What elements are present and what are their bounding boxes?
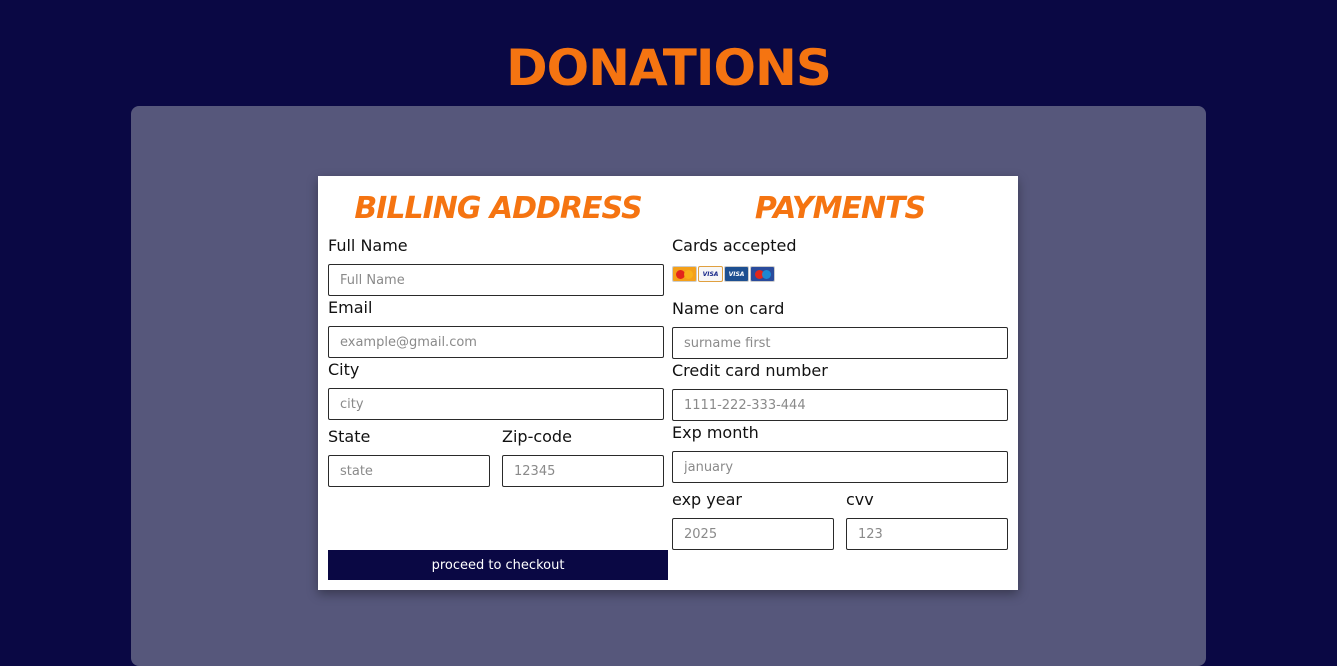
- name-on-card-label: Name on card: [672, 299, 785, 318]
- city-input[interactable]: [328, 388, 664, 420]
- name-on-card-input[interactable]: [672, 327, 1008, 359]
- payments-title: PAYMENTS: [754, 191, 926, 226]
- accepted-cards: VISA VISA: [672, 266, 775, 282]
- credit-card-number-label: Credit card number: [672, 361, 828, 380]
- full-name-label: Full Name: [328, 236, 408, 255]
- zip-code-label: Zip-code: [502, 427, 572, 446]
- email-label: Email: [328, 298, 373, 317]
- credit-card-number-input[interactable]: [672, 389, 1008, 421]
- visa-icon: VISA: [698, 266, 723, 282]
- visa-electron-icon: VISA: [724, 266, 749, 282]
- cvv-input[interactable]: [846, 518, 1008, 550]
- page-title: DONATIONS: [506, 39, 832, 97]
- exp-month-label: Exp month: [672, 423, 759, 442]
- exp-month-input[interactable]: [672, 451, 1008, 483]
- billing-address-title: BILLING ADDRESS: [354, 191, 642, 226]
- state-input[interactable]: [328, 455, 490, 487]
- exp-year-label: exp year: [672, 490, 742, 509]
- full-name-input[interactable]: [328, 264, 664, 296]
- email-input[interactable]: [328, 326, 664, 358]
- mastercard-icon: [672, 266, 697, 282]
- city-label: City: [328, 360, 360, 379]
- zip-code-input[interactable]: [502, 455, 664, 487]
- proceed-to-checkout-button[interactable]: proceed to checkout: [328, 550, 668, 580]
- maestro-icon: [750, 266, 775, 282]
- exp-year-input[interactable]: [672, 518, 834, 550]
- donation-form: BILLING ADDRESS Full Name Email City Sta…: [318, 176, 1018, 590]
- cards-accepted-label: Cards accepted: [672, 236, 797, 255]
- cvv-label: cvv: [846, 490, 874, 509]
- state-label: State: [328, 427, 371, 446]
